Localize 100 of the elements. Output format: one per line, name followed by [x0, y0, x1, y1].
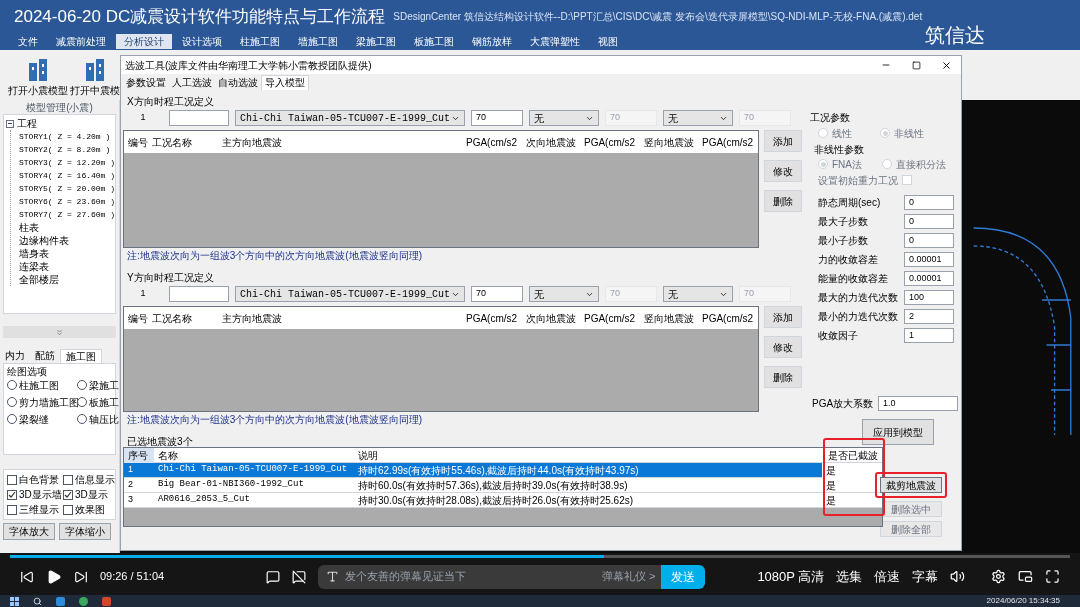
- menu-item[interactable]: 视图: [590, 34, 626, 49]
- tree-item[interactable]: 柱表: [19, 221, 39, 234]
- etiquette-link[interactable]: 弹幕礼仪 >: [602, 568, 662, 585]
- menu-item[interactable]: 梁施工图: [348, 34, 404, 49]
- dialog-tab[interactable]: 自动选波: [215, 75, 261, 90]
- tree-item[interactable]: 全部楼层: [19, 273, 59, 286]
- toolbar-button[interactable]: 打开小震模型: [8, 57, 68, 98]
- pga-input[interactable]: 70: [471, 286, 523, 302]
- search-icon[interactable]: [33, 596, 42, 606]
- table-row[interactable]: 1 Chi-Chi Taiwan-05-TCU007-E-1999_Cut 持时62.99s(有效持时55.46s),截波后持时44.0s(有效持时43.97s) 是: [124, 463, 882, 478]
- value-input[interactable]: 1: [904, 327, 954, 343]
- tree-item[interactable]: 边缘构件表: [19, 234, 69, 247]
- value-input[interactable]: 0: [904, 194, 954, 210]
- name-input[interactable]: [169, 286, 229, 302]
- player-option[interactable]: 字幕: [912, 566, 939, 587]
- radio-button[interactable]: [77, 397, 87, 407]
- app-icon[interactable]: [79, 596, 88, 606]
- player-option[interactable]: 1080P 高清: [757, 566, 825, 587]
- checkbox[interactable]: [63, 489, 73, 500]
- checkbox[interactable]: [63, 504, 73, 515]
- panel-tab[interactable]: 内力: [0, 349, 30, 363]
- pga-input[interactable]: 70: [471, 110, 523, 126]
- column-header: 主方向地震波: [221, 311, 283, 326]
- tree-item[interactable]: STORY5( Z = 20.00m ): [19, 182, 115, 195]
- table-action-button[interactable]: 添加: [764, 130, 802, 152]
- table-action-button[interactable]: 添加: [764, 306, 802, 328]
- windows-logo-icon[interactable]: [10, 596, 19, 606]
- checkbox[interactable]: [63, 474, 73, 485]
- danmaku-icon[interactable]: [266, 568, 281, 585]
- value-input[interactable]: 0.00001: [904, 251, 954, 267]
- menu-item[interactable]: 墙施工图: [290, 34, 346, 49]
- settings-icon[interactable]: [991, 568, 1007, 585]
- apply-button[interactable]: 应用到模型: [862, 419, 934, 445]
- menu-item[interactable]: 钢筋放样: [464, 34, 520, 49]
- menu-item[interactable]: 减震前处理: [48, 34, 114, 49]
- tree-item[interactable]: 墙身表: [19, 247, 49, 260]
- menu-item[interactable]: 柱施工图: [232, 34, 288, 49]
- table-row[interactable]: 2 Big Bear-01-NBI360-1992_Cut 持时60.0s(有效持时57.36s),截波后持时39.0s(有效持时38.9s) 是: [124, 478, 882, 493]
- tree-item[interactable]: STORY7( Z = 27.60m ): [19, 208, 115, 221]
- tree-item[interactable]: STORY3( Z = 12.20m ): [19, 156, 115, 169]
- tree-item[interactable]: 工程: [17, 116, 37, 131]
- value-input[interactable]: 0: [904, 213, 954, 229]
- toolbar-button[interactable]: 打开中震模: [70, 57, 120, 98]
- dropdown[interactable]: 无: [663, 286, 733, 302]
- play-icon[interactable]: [46, 567, 62, 586]
- table-action-button[interactable]: 修改: [764, 336, 802, 358]
- font-size-button[interactable]: 字体放大: [3, 523, 55, 540]
- player-option[interactable]: 选集: [836, 566, 863, 587]
- table-row[interactable]: 3 AR0616_2053_5_Cut 持时30.0s(有效持时28.08s),截波后持时26.0s(有效持时25.62s) 是: [124, 493, 882, 508]
- checkbox[interactable]: [7, 489, 17, 500]
- dropdown[interactable]: 无: [529, 110, 599, 126]
- radio-button[interactable]: [77, 414, 87, 424]
- checkbox[interactable]: [7, 474, 17, 485]
- dialog-tab[interactable]: 参数设置: [123, 75, 169, 90]
- value-input[interactable]: 0: [904, 232, 954, 248]
- panel-tab[interactable]: 配筋: [30, 349, 60, 363]
- table-action-button[interactable]: 修改: [764, 160, 802, 182]
- tree-item[interactable]: 连梁表: [19, 260, 49, 273]
- danmaku-settings-icon[interactable]: [292, 568, 307, 585]
- app-icon[interactable]: [102, 596, 111, 606]
- dropdown[interactable]: 无: [529, 286, 599, 302]
- dropdown[interactable]: 无: [663, 110, 733, 126]
- danmaku-input[interactable]: 发个友善的弹幕见证当下 弹幕礼仪 >: [318, 564, 662, 589]
- table-cell-text: AR0616_2053_5_Cut: [157, 493, 251, 507]
- tree-item[interactable]: STORY4( Z = 16.40m ): [19, 169, 115, 182]
- dialog-tab[interactable]: 人工选波: [169, 75, 215, 90]
- dropdown[interactable]: Chi-Chi Taiwan-05-TCU007-E-1999_Cut: [235, 110, 465, 126]
- menu-item[interactable]: 分析设计: [116, 34, 172, 49]
- name-input[interactable]: [169, 110, 229, 126]
- value-input[interactable]: 1.0: [878, 395, 958, 411]
- menu-item[interactable]: 文件: [10, 34, 46, 49]
- tree-item[interactable]: STORY2( Z = 8.20m ): [19, 143, 111, 156]
- field-label: 力的收敛容差: [818, 252, 879, 267]
- radio-button[interactable]: [7, 397, 17, 407]
- dialog-tab[interactable]: 导入模型: [261, 75, 309, 90]
- panel-tab[interactable]: 施工图: [60, 349, 102, 363]
- picture-in-picture-icon[interactable]: [1018, 568, 1034, 585]
- app-icon[interactable]: [56, 596, 65, 606]
- table-action-button[interactable]: 删除: [764, 366, 802, 388]
- progress-track[interactable]: [10, 555, 1070, 558]
- volume-icon[interactable]: [950, 568, 966, 585]
- menu-item[interactable]: 大震弹塑性: [522, 34, 588, 49]
- radio-button[interactable]: [7, 380, 17, 390]
- menu-item[interactable]: 板施工图: [406, 34, 462, 49]
- player-option[interactable]: 倍速: [874, 566, 901, 587]
- checkbox[interactable]: [7, 504, 17, 515]
- font-size-button[interactable]: 字体缩小: [59, 523, 111, 540]
- tree-item[interactable]: STORY6( Z = 23.60m ): [19, 195, 115, 208]
- radio-button[interactable]: [7, 414, 17, 424]
- table-action-button[interactable]: 删除: [764, 190, 802, 212]
- dropdown[interactable]: Chi-Chi Taiwan-05-TCU007-E-1999_Cut: [235, 286, 465, 302]
- menu-item[interactable]: 设计选项: [174, 34, 230, 49]
- collapse-toggle[interactable]: [6, 119, 14, 128]
- side-button[interactable]: 裁剪地震波: [880, 477, 942, 493]
- tree-item[interactable]: STORY1( Z = 4.20m ): [19, 130, 111, 143]
- radio-button[interactable]: [77, 380, 87, 390]
- value-input[interactable]: 2: [904, 308, 954, 324]
- value-input[interactable]: 0.00001: [904, 270, 954, 286]
- value-input[interactable]: 100: [904, 289, 954, 305]
- fullscreen-icon[interactable]: [1045, 568, 1061, 585]
